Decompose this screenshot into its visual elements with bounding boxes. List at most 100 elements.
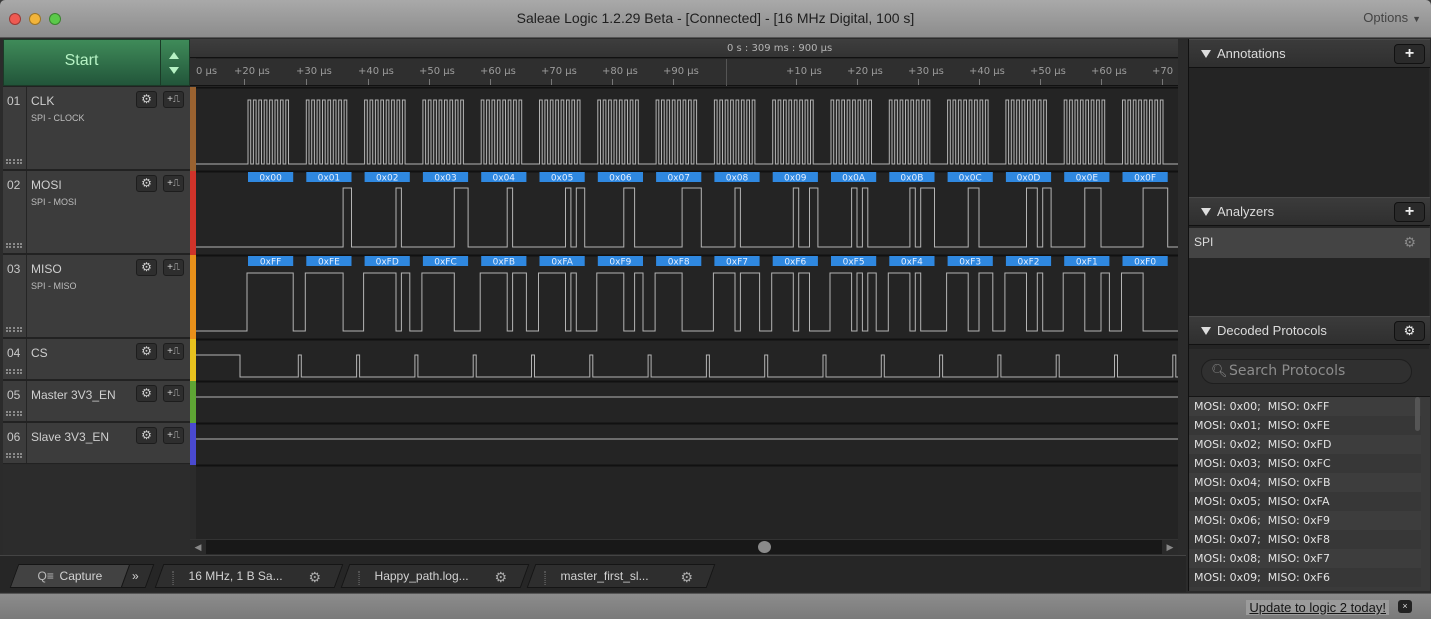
collapse-triangle-icon[interactable] bbox=[1201, 50, 1211, 58]
channel-name[interactable]: MISO bbox=[31, 262, 62, 276]
channel-settings-button[interactable]: ⚙ bbox=[136, 91, 157, 108]
tab-capture[interactable]: Q≡ Capture bbox=[9, 564, 131, 588]
tab-session-3[interactable]: master_first_sl... ⚙ bbox=[526, 564, 716, 588]
channel-settings-button[interactable]: ⚙ bbox=[136, 427, 157, 444]
add-annotation-button[interactable]: + bbox=[1394, 44, 1425, 64]
scroll-thumb[interactable] bbox=[758, 541, 771, 553]
search-area: 🔍︎ bbox=[1189, 349, 1430, 396]
decoded-protocol-row[interactable]: MOSI: 0x03; MISO: 0xFC bbox=[1189, 454, 1421, 473]
scroll-right-icon[interactable]: ▶ bbox=[1162, 540, 1178, 554]
miso-decoded-value: 0xF6 bbox=[784, 258, 806, 268]
gear-icon[interactable]: ⚙ bbox=[1403, 234, 1416, 251]
channel-settings-button[interactable]: ⚙ bbox=[136, 343, 157, 360]
mosi-decoded-value: 0x0B bbox=[900, 174, 923, 184]
gear-icon[interactable]: ⚙ bbox=[681, 569, 694, 586]
close-icon[interactable]: × bbox=[1398, 600, 1412, 613]
start-button[interactable]: Start bbox=[3, 39, 190, 86]
drag-handle[interactable] bbox=[6, 243, 22, 248]
time-tick-mark bbox=[551, 79, 552, 85]
gear-icon[interactable]: ⚙ bbox=[309, 569, 322, 586]
decoded-protocol-row[interactable]: MOSI: 0x06; MISO: 0xF9 bbox=[1189, 511, 1421, 530]
tab-session-1[interactable]: 16 MHz, 1 B Sa... ⚙ bbox=[154, 564, 344, 588]
drag-handle[interactable] bbox=[172, 571, 174, 585]
decoded-protocol-row[interactable]: MOSI: 0x02; MISO: 0xFD bbox=[1189, 435, 1421, 454]
trigger-edge-icon: +⎍ bbox=[167, 262, 180, 273]
decoded-protocol-row[interactable]: MOSI: 0x01; MISO: 0xFE bbox=[1189, 416, 1421, 435]
analyzer-label: SPI bbox=[1194, 235, 1214, 249]
arrow-down-icon[interactable] bbox=[169, 67, 179, 74]
channel-row[interactable]: 05 Master 3V3_EN ⚙ +⎍ bbox=[3, 380, 190, 422]
scroll-left-icon[interactable]: ◀ bbox=[190, 540, 206, 554]
decoded-protocol-row[interactable]: MOSI: 0x05; MISO: 0xFA bbox=[1189, 492, 1421, 511]
options-menu[interactable]: Options ▼ bbox=[1363, 10, 1421, 25]
channel-row[interactable]: 04 CS ⚙ +⎍ bbox=[3, 338, 190, 380]
tab-session-2[interactable]: Happy_path.log... ⚙ bbox=[340, 564, 530, 588]
waveform-traces: 0x00 0x01 0x02 0x03 0x04 0x05 0x06 0x07 0x08 0x09… bbox=[196, 87, 1178, 467]
mosi-decoded-value: 0x0E bbox=[1076, 174, 1099, 184]
decoded-protocols-header[interactable]: Decoded Protocols ⚙ bbox=[1189, 316, 1430, 345]
decoded-protocols-list[interactable]: MOSI: 0x00; MISO: 0xFF MOSI: 0x01; MISO: … bbox=[1189, 396, 1430, 591]
collapse-triangle-icon[interactable] bbox=[1201, 327, 1211, 335]
time-tick-label: +50 µs bbox=[1030, 66, 1066, 77]
drag-handle[interactable] bbox=[6, 369, 22, 374]
channel-name[interactable]: CLK bbox=[31, 94, 54, 108]
update-link[interactable]: Update to logic 2 today! bbox=[1246, 600, 1389, 615]
channel-name[interactable]: Master 3V3_EN bbox=[31, 388, 116, 402]
decoded-settings-button[interactable]: ⚙ bbox=[1394, 321, 1425, 341]
channel-trigger-button[interactable]: +⎍ bbox=[163, 91, 184, 108]
channel-trigger-button[interactable]: +⎍ bbox=[163, 175, 184, 192]
tab-label: master_first_sl... bbox=[560, 569, 649, 583]
time-tick-mark bbox=[490, 79, 491, 85]
channel-settings-button[interactable]: ⚙ bbox=[136, 259, 157, 276]
decoded-protocol-row[interactable]: MOSI: 0x00; MISO: 0xFF bbox=[1189, 397, 1421, 416]
channel-row[interactable]: 02 MOSI SPI - MOSI ⚙ +⎍ bbox=[3, 170, 190, 254]
drag-handle[interactable] bbox=[544, 571, 546, 585]
drag-handle[interactable] bbox=[6, 453, 22, 458]
drag-handle[interactable] bbox=[6, 411, 22, 416]
search-box[interactable]: 🔍︎ bbox=[1201, 359, 1412, 384]
gear-icon: ⚙ bbox=[141, 260, 152, 274]
time-tick-label: +20 µs bbox=[234, 66, 270, 77]
options-label: Options bbox=[1363, 10, 1409, 25]
annotations-header[interactable]: Annotations + bbox=[1189, 39, 1430, 68]
channel-name[interactable]: Slave 3V3_EN bbox=[31, 430, 109, 444]
waveform-view[interactable]: 0 s : 309 ms : 900 µs 0 µs +20 µs +30 µs +4… bbox=[190, 39, 1178, 539]
start-label: Start bbox=[64, 52, 99, 69]
channel-name[interactable]: MOSI bbox=[31, 178, 62, 192]
search-protocols-input[interactable] bbox=[1229, 363, 1404, 379]
channel-number: 05 bbox=[7, 388, 21, 402]
drag-handle[interactable] bbox=[6, 159, 22, 164]
channel-trigger-button[interactable]: +⎍ bbox=[163, 427, 184, 444]
mosi-decoded-value: 0x05 bbox=[551, 174, 574, 184]
add-analyzer-button[interactable]: + bbox=[1394, 202, 1425, 222]
decoded-protocol-row[interactable]: MOSI: 0x09; MISO: 0xF6 bbox=[1189, 568, 1421, 587]
channel-trigger-button[interactable]: +⎍ bbox=[163, 385, 184, 402]
arrow-up-icon[interactable] bbox=[169, 52, 179, 59]
gear-icon: ⚙ bbox=[1403, 323, 1416, 338]
time-tick-mark bbox=[244, 79, 245, 85]
channel-row[interactable]: 06 Slave 3V3_EN ⚙ +⎍ bbox=[3, 422, 190, 464]
vertical-scrollbar[interactable] bbox=[1415, 397, 1420, 431]
channel-settings-button[interactable]: ⚙ bbox=[136, 175, 157, 192]
decoded-protocol-row[interactable]: MOSI: 0x04; MISO: 0xFB bbox=[1189, 473, 1421, 492]
miso-decoded-value: 0xF3 bbox=[959, 258, 981, 268]
mosi-decoded-value: 0x07 bbox=[667, 174, 690, 184]
gear-icon[interactable]: ⚙ bbox=[495, 569, 508, 586]
drag-handle[interactable] bbox=[6, 327, 22, 332]
channel-number: 03 bbox=[7, 262, 21, 276]
horizontal-scrollbar[interactable]: ◀ ▶ bbox=[190, 539, 1178, 554]
channel-trigger-button[interactable]: +⎍ bbox=[163, 259, 184, 276]
analyzer-item-spi[interactable]: SPI ⚙ bbox=[1189, 228, 1430, 258]
channel-row[interactable]: 01 CLK SPI - CLOCK ⚙ +⎍ bbox=[3, 86, 190, 170]
channel-trigger-button[interactable]: +⎍ bbox=[163, 343, 184, 360]
channel-row[interactable]: 03 MISO SPI - MISO ⚙ +⎍ bbox=[3, 254, 190, 338]
analyzers-header[interactable]: Analyzers + bbox=[1189, 197, 1430, 226]
decoded-protocol-row[interactable]: MOSI: 0x08; MISO: 0xF7 bbox=[1189, 549, 1421, 568]
collapse-triangle-icon[interactable] bbox=[1201, 208, 1211, 216]
decoded-protocol-row[interactable]: MOSI: 0x07; MISO: 0xF8 bbox=[1189, 530, 1421, 549]
trigger-edge-icon: +⎍ bbox=[167, 94, 180, 105]
channel-name[interactable]: CS bbox=[31, 346, 48, 360]
channel-settings-button[interactable]: ⚙ bbox=[136, 385, 157, 402]
time-marker bbox=[726, 59, 727, 86]
drag-handle[interactable] bbox=[358, 571, 360, 585]
